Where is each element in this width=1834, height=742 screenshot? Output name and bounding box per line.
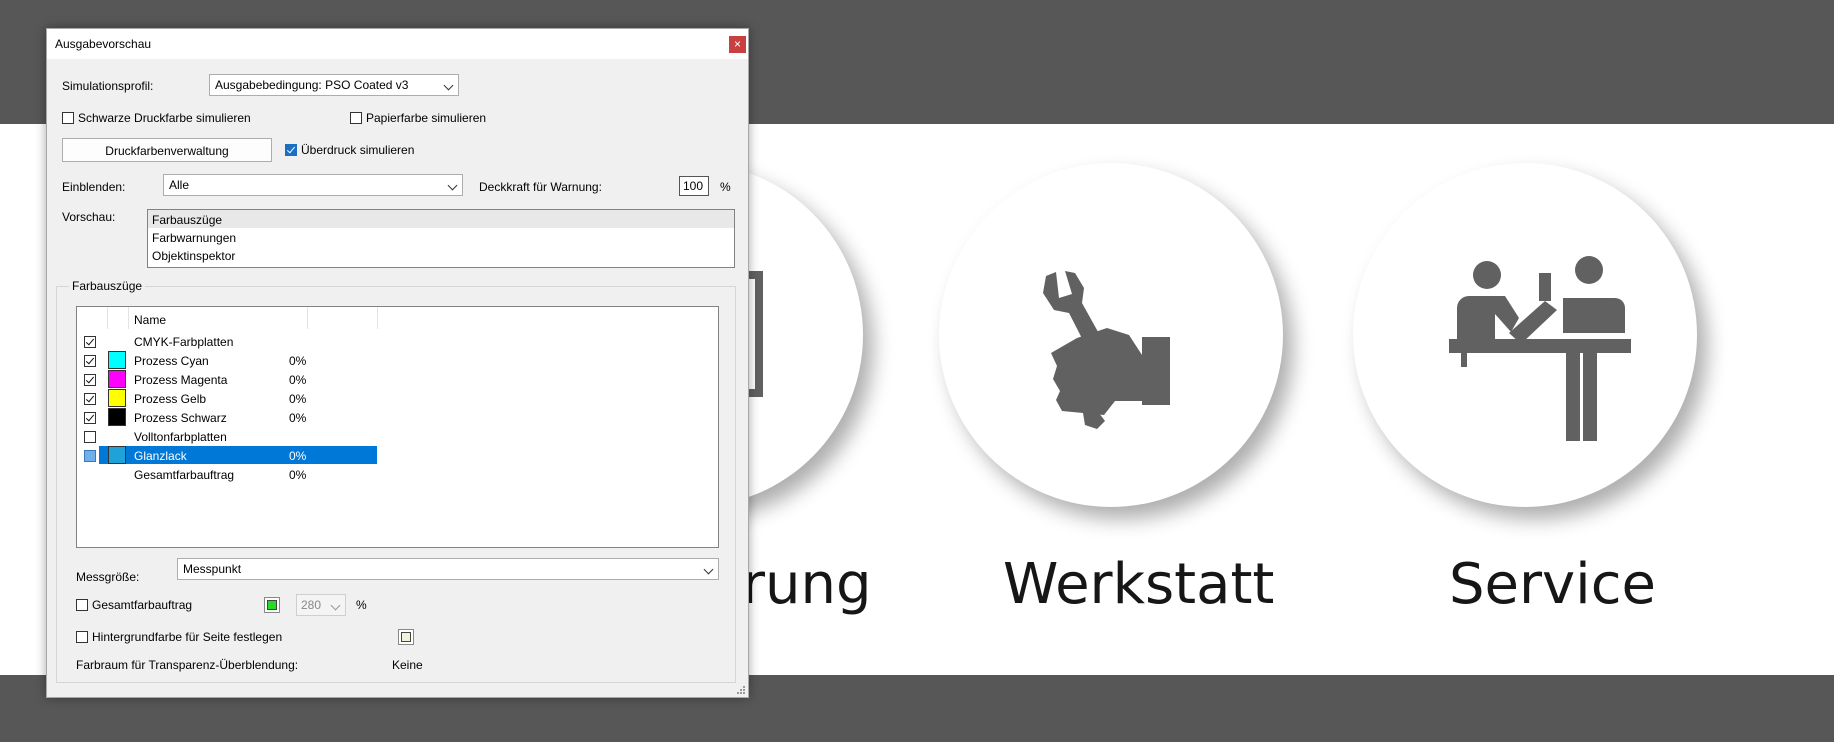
separation-percent: 0% [289,468,307,482]
page-background-checkbox[interactable] [76,631,88,643]
separation-checkbox[interactable] [84,336,96,348]
preview-option-separations[interactable]: Farbauszüge [152,213,222,227]
separation-percent: 0% [289,354,307,368]
simulate-overprint-checkbox[interactable] [285,144,297,156]
color-swatch [108,389,126,407]
separation-checkbox[interactable] [84,374,96,386]
separation-name: CMYK-Farbplatten [134,335,234,349]
preview-option-color-warnings[interactable]: Farbwarnungen [152,231,236,245]
page-background-color-button[interactable] [398,629,414,645]
separation-percent: 0% [289,373,307,387]
show-value: Alle [169,178,190,192]
preview-option-selected-bg [148,210,734,228]
separation-name: Glanzlack [134,449,187,463]
dialog-titlebar[interactable]: Ausgabevorschau × [47,29,748,59]
ink-manager-button[interactable]: Druckfarbenverwaltung [62,138,272,162]
separations-grid[interactable]: Name CMYK-Farbplatten Prozess Cyan 0% Pr… [76,306,719,548]
total-area-coverage-value: 280 [301,598,322,612]
total-area-coverage-color-button[interactable] [264,597,280,613]
total-area-coverage-checkbox[interactable] [76,599,88,611]
sample-size-value: Messpunkt [183,562,242,576]
page-background-swatch [401,632,411,642]
warning-opacity-value: 100 [683,179,704,193]
total-area-coverage-label: Gesamtfarbauftrag [92,598,193,612]
resize-grip-icon[interactable] [736,685,746,695]
simulate-black-ink-label: Schwarze Druckfarbe simulieren [78,111,251,125]
circle-service [1353,163,1697,507]
separation-checkbox[interactable] [84,393,96,405]
chevron-down-icon [330,600,341,611]
separation-percent: 0% [289,392,307,406]
separation-name: Prozess Magenta [134,373,228,387]
separation-row[interactable]: Gesamtfarbauftrag 0% [77,465,377,483]
simulate-black-ink-checkbox[interactable] [62,112,74,124]
page-background-label: Hintergrundfarbe für Seite festlegen [92,630,283,644]
separation-name: Prozess Cyan [134,354,209,368]
separation-row[interactable]: Prozess Gelb 0% [77,389,377,407]
separation-percent: 0% [289,449,307,463]
separation-row[interactable]: Prozess Schwarz 0% [77,408,377,426]
separation-row[interactable]: CMYK-Farbplatten [77,332,377,350]
circle-werkstatt [939,163,1283,507]
separation-name: Prozess Gelb [134,392,207,406]
total-area-coverage-unit: % [356,598,367,612]
label-werkstatt: Werkstatt [1003,552,1275,617]
separations-group-title: Farbauszüge [69,279,146,293]
sample-size-label: Messgröße: [76,570,140,584]
separation-percent: 0% [289,411,307,425]
label-service: Service [1449,552,1656,617]
color-swatch [108,408,126,426]
chevron-down-icon [447,180,458,191]
simulate-paper-color-checkbox[interactable] [350,112,362,124]
separation-name: Prozess Schwarz [134,411,227,425]
preview-label: Vorschau: [62,210,116,224]
simulate-paper-color-label: Papierfarbe simulieren [366,111,487,125]
separation-row[interactable]: Prozess Magenta 0% [77,370,377,388]
show-label: Einblenden: [62,180,126,194]
ink-manager-button-label: Druckfarbenverwaltung [105,144,229,158]
label-rung: rung [742,552,872,617]
total-area-coverage-swatch [267,600,277,610]
separation-checkbox[interactable] [84,355,96,367]
separation-checkbox[interactable] [84,450,96,462]
chevron-down-icon [703,564,714,575]
separation-name: Volltonfarbplatten [134,430,227,444]
simulation-profile-select[interactable]: Ausgabebedingung: PSO Coated v3 [209,74,459,96]
output-preview-dialog: Ausgabevorschau × Simulationsprofil: Aus… [46,28,749,698]
close-button[interactable]: × [729,36,746,53]
sample-size-select[interactable]: Messpunkt [177,558,719,580]
separation-name: Gesamtfarbauftrag [134,468,235,482]
separation-row-selected[interactable]: Glanzlack 0% [77,446,377,464]
column-header-name: Name [134,313,167,327]
color-swatch [108,370,126,388]
show-select[interactable]: Alle [163,174,463,196]
service-counter-icon [1449,256,1631,441]
preview-list[interactable]: Farbauszüge Farbwarnungen Objektinspekto… [147,209,735,268]
warning-opacity-label: Deckkraft für Warnung: [479,180,602,194]
simulate-overprint-label: Überdruck simulieren [301,143,415,157]
chevron-down-icon [443,80,454,91]
separation-row[interactable]: Prozess Cyan 0% [77,351,377,369]
separation-checkbox[interactable] [84,412,96,424]
wrench-hand-icon [1043,271,1170,429]
dialog-title: Ausgabevorschau [55,37,152,51]
blending-space-value: Keine [392,658,423,672]
simulation-profile-label: Simulationsprofil: [62,79,154,93]
preview-option-object-inspector[interactable]: Objektinspektor [152,249,235,263]
warning-opacity-unit: % [720,180,731,194]
separation-row[interactable]: Volltonfarbplatten [77,427,377,445]
color-swatch [108,446,126,464]
color-swatch [108,351,126,369]
simulation-profile-value: Ausgabebedingung: PSO Coated v3 [215,78,409,92]
total-area-coverage-input[interactable]: 280 [296,594,346,616]
blending-space-label: Farbraum für Transparenz-Überblendung: [76,658,299,672]
warning-opacity-input[interactable]: 100 [679,176,709,196]
separation-checkbox[interactable] [84,431,96,443]
